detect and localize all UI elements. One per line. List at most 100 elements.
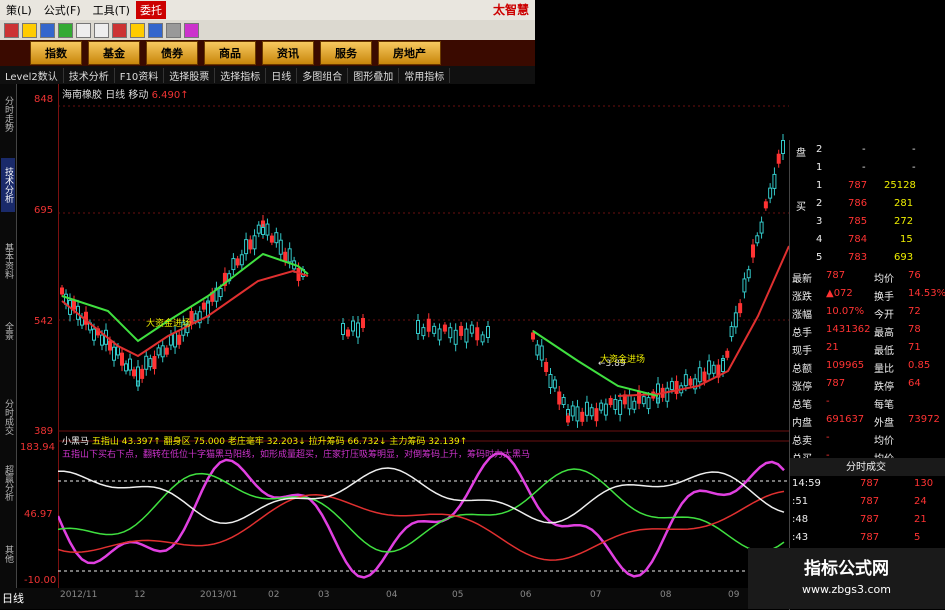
candle-body: [252, 235, 257, 250]
candle-body: [218, 288, 223, 298]
candle-body: [570, 405, 575, 417]
flag-icon[interactable]: [4, 22, 19, 38]
candle-body: [742, 278, 747, 293]
candle-body: [544, 362, 549, 372]
nav-news[interactable]: 资讯: [262, 41, 314, 65]
left-tab-strip: 分时走势 技术分析 基本资料 全景 分时成交 超赢分析 其他: [0, 84, 17, 609]
candle-body: [164, 347, 169, 355]
candle-body: [669, 381, 674, 391]
nav-service[interactable]: 服务: [320, 41, 372, 65]
menu-formula[interactable]: 公式(F): [38, 2, 87, 18]
y-label: 695: [34, 205, 54, 216]
stock-icon[interactable]: [58, 22, 73, 38]
menu-strategy[interactable]: 策(L): [0, 2, 38, 18]
candle-body: [594, 408, 599, 422]
back-icon[interactable]: [76, 22, 91, 38]
toolbar-common[interactable]: 常用指标: [399, 67, 451, 83]
tab-overview[interactable]: 全景: [1, 316, 15, 346]
help-icon[interactable]: [184, 22, 199, 38]
tick-row: 14:59 787 130: [792, 478, 934, 489]
menu-trade-button[interactable]: 委托: [135, 1, 166, 19]
search-icon[interactable]: [130, 22, 145, 38]
candle-body: [112, 346, 116, 361]
chart-icon[interactable]: [22, 22, 37, 38]
toolbar-level2[interactable]: Level2数认: [0, 67, 64, 83]
app-logo: 太智慧: [492, 3, 529, 17]
candle-body: [156, 347, 161, 356]
candle-body: [128, 358, 132, 371]
tab-super[interactable]: 超赢分析: [1, 456, 15, 510]
annotation: 大资金进场: [600, 353, 645, 365]
candle-body: [124, 363, 128, 372]
nav-bond[interactable]: 债券: [146, 41, 198, 65]
nav-bar: 指数 基金 债券 商品 资讯 服务 房地产: [0, 40, 535, 66]
candle-body: [557, 391, 562, 405]
y-label: 389: [34, 426, 54, 437]
nav-index[interactable]: 指数: [30, 41, 82, 65]
nav-fund[interactable]: 基金: [88, 41, 140, 65]
nav-realestate[interactable]: 房地产: [378, 41, 441, 65]
candle-body: [283, 251, 288, 262]
quote-row: 涨停 787 跌停 64: [792, 378, 921, 393]
quote-row: 内盘 691637 外盘 73972: [792, 414, 940, 429]
candle-body: [144, 355, 149, 370]
candle-body: [148, 358, 153, 368]
toolbar-tech[interactable]: 技术分析: [64, 67, 115, 83]
quote-row: 最新 787 均价 76: [792, 270, 921, 285]
candle-body: [244, 239, 249, 255]
candle-body: [738, 303, 743, 314]
toolbar-multi[interactable]: 多图组合: [297, 67, 349, 83]
grid-icon[interactable]: [40, 22, 55, 38]
menu-bar: 策(L) 公式(F) 工具(T) 委托 太智慧: [0, 0, 535, 20]
toolbar-f10[interactable]: F10资料: [115, 67, 165, 83]
candle-body: [100, 334, 104, 346]
candle-body: [235, 258, 240, 266]
kline-chart[interactable]: ←3.89 大资金进场 大资金进场: [58, 96, 789, 596]
candle-body: [665, 387, 670, 402]
candle-body: [535, 344, 540, 356]
tick-row: :48 787 21: [792, 514, 927, 525]
forward-icon[interactable]: [94, 22, 109, 38]
tab-ticks[interactable]: 分时成交: [1, 390, 15, 444]
candle-body: [475, 327, 480, 341]
candle-body: [580, 411, 585, 422]
candle-body: [480, 334, 485, 343]
menu-tools[interactable]: 工具(T): [87, 2, 136, 18]
tab-fundamentals[interactable]: 基本资料: [1, 234, 15, 288]
candle-body: [566, 415, 570, 423]
settings-icon[interactable]: [148, 22, 163, 38]
toolbar-select-indicator[interactable]: 选择指标: [215, 67, 267, 83]
buy-label: 买: [796, 202, 806, 213]
tab-other[interactable]: 其他: [1, 539, 15, 569]
candle-body: [725, 350, 730, 358]
candle-body: [108, 340, 112, 351]
candle-body: [781, 140, 785, 154]
candle-body: [346, 329, 350, 337]
candle-body: [351, 320, 355, 332]
candle-body: [356, 322, 360, 338]
toolbar-overlay[interactable]: 图形叠加: [348, 67, 400, 83]
tab-technical[interactable]: 技术分析: [1, 158, 15, 212]
refresh-icon[interactable]: [112, 22, 127, 38]
candle-body: [92, 328, 96, 341]
ind-y-label: 46.97: [24, 509, 53, 520]
candle-body: [269, 235, 274, 243]
ind-y-label: -10.00: [24, 575, 57, 586]
candle-body: [193, 313, 198, 322]
toolbar-select-stock[interactable]: 选择股票: [164, 67, 216, 83]
indicator-desc: 五指山下买右下点，翻转在低位十字猫黑马阳线，如形成量超买，庄家打压吸筹明显，对倒…: [62, 450, 531, 460]
candle-body: [168, 334, 173, 346]
candle-body: [448, 327, 453, 339]
period-button[interactable]: 日线: [2, 590, 24, 606]
candle-body: [265, 223, 270, 236]
quote-row: 现手 21 最低 71: [792, 342, 921, 357]
toolbar-period[interactable]: 日线: [266, 67, 298, 83]
candle-body: [768, 187, 773, 199]
print-icon[interactable]: [166, 22, 181, 38]
tab-intraday[interactable]: 分时走势: [1, 88, 15, 140]
candle-body: [697, 367, 702, 383]
icon-toolbar: [0, 20, 535, 40]
candle-body: [152, 356, 157, 370]
candle-body: [683, 374, 688, 387]
nav-commodity[interactable]: 商品: [204, 41, 256, 65]
